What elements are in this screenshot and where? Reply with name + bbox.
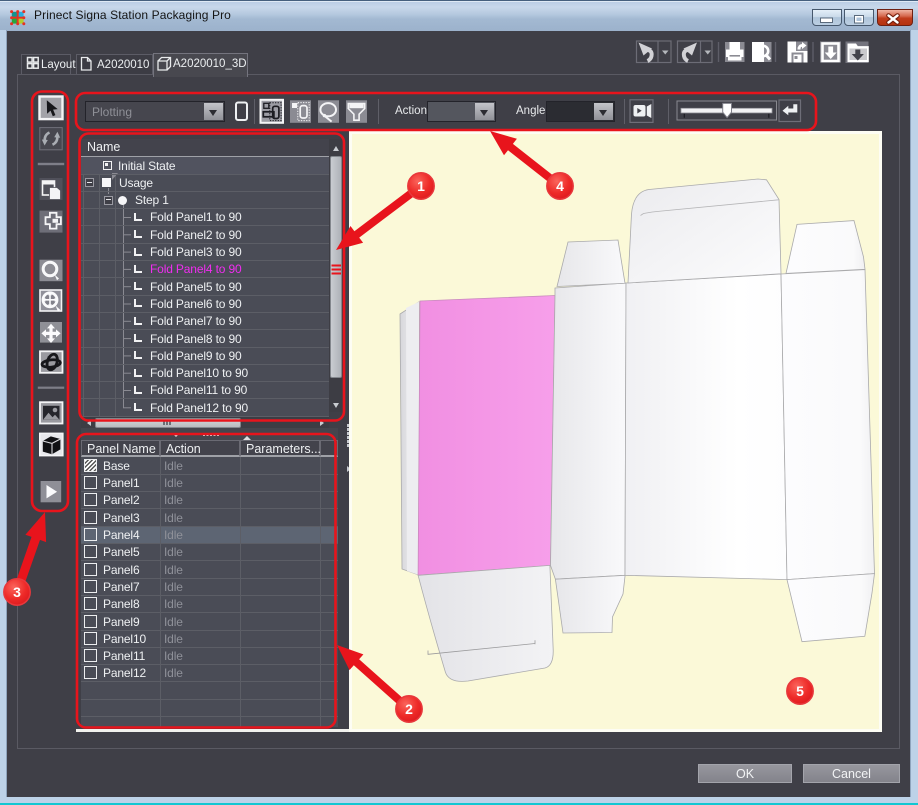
- svg-text:1: 1: [417, 178, 425, 194]
- svg-text:2: 2: [405, 701, 413, 717]
- svg-text:3: 3: [13, 584, 21, 600]
- svg-text:5: 5: [796, 683, 804, 699]
- svg-text:4: 4: [556, 178, 564, 194]
